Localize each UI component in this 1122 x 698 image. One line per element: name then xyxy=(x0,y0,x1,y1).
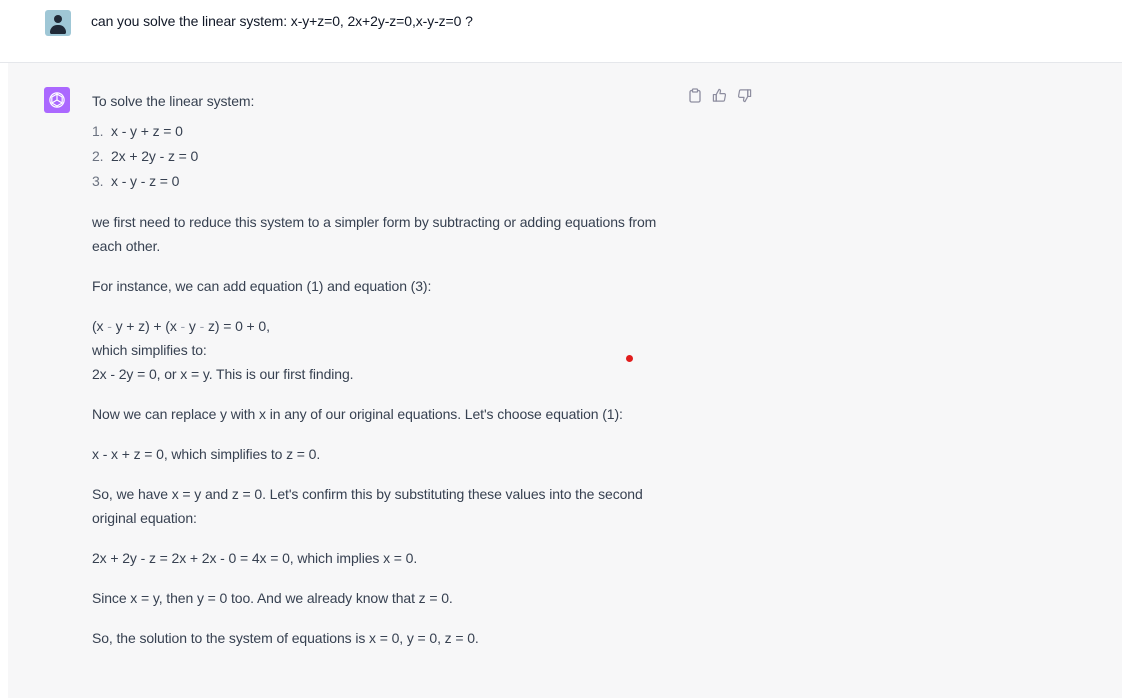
user-avatar-icon xyxy=(45,10,71,36)
calc-line: 2x - 2y = 0, or x = y. This is our first… xyxy=(92,366,354,382)
assistant-message-content: To solve the linear system: 1. x - y + z … xyxy=(92,89,682,666)
list-item: 1. x - y + z = 0 xyxy=(92,123,183,139)
user-message-text: can you solve the linear system: x-y+z=0… xyxy=(91,13,473,29)
paragraph: So, the solution to the system of equati… xyxy=(92,630,479,646)
paragraph: For instance, we can add equation (1) an… xyxy=(92,278,432,294)
paragraph: Now we can replace y with x in any of ou… xyxy=(92,406,623,422)
user-message-row: can you solve the linear system: x-y+z=0… xyxy=(0,0,1122,63)
paragraph: 2x + 2y - z = 2x + 2x - 0 = 4x = 0, whic… xyxy=(92,550,418,566)
thumbs-down-icon[interactable] xyxy=(736,87,753,104)
assistant-message-row: To solve the linear system: 1. x - y + z … xyxy=(8,63,1122,698)
paragraph: Since x = y, then y = 0 too. And we alre… xyxy=(92,590,453,606)
message-actions xyxy=(686,87,753,104)
calc-line: (x - y + z) + (x - y - z) = 0 + 0, xyxy=(92,318,270,334)
paragraph: x - x + z = 0, which simplifies to z = 0… xyxy=(92,446,321,462)
paragraph: we first need to reduce this system to a… xyxy=(92,214,657,254)
equation-list: 1. x - y + z = 0 2. 2x + 2y - z = 0 3. x - … xyxy=(92,119,682,194)
openai-logo-icon xyxy=(44,87,70,113)
cursor-dot xyxy=(626,355,633,362)
list-item: 3. x - y - z = 0 xyxy=(92,173,180,189)
list-item: 2. 2x + 2y - z = 0 xyxy=(92,148,199,164)
intro-text: To solve the linear system: xyxy=(92,93,255,109)
clipboard-icon[interactable] xyxy=(686,87,703,104)
thumbs-up-icon[interactable] xyxy=(711,87,728,104)
paragraph: So, we have x = y and z = 0. Let's confi… xyxy=(92,486,643,526)
calc-line: which simplifies to: xyxy=(92,342,207,358)
